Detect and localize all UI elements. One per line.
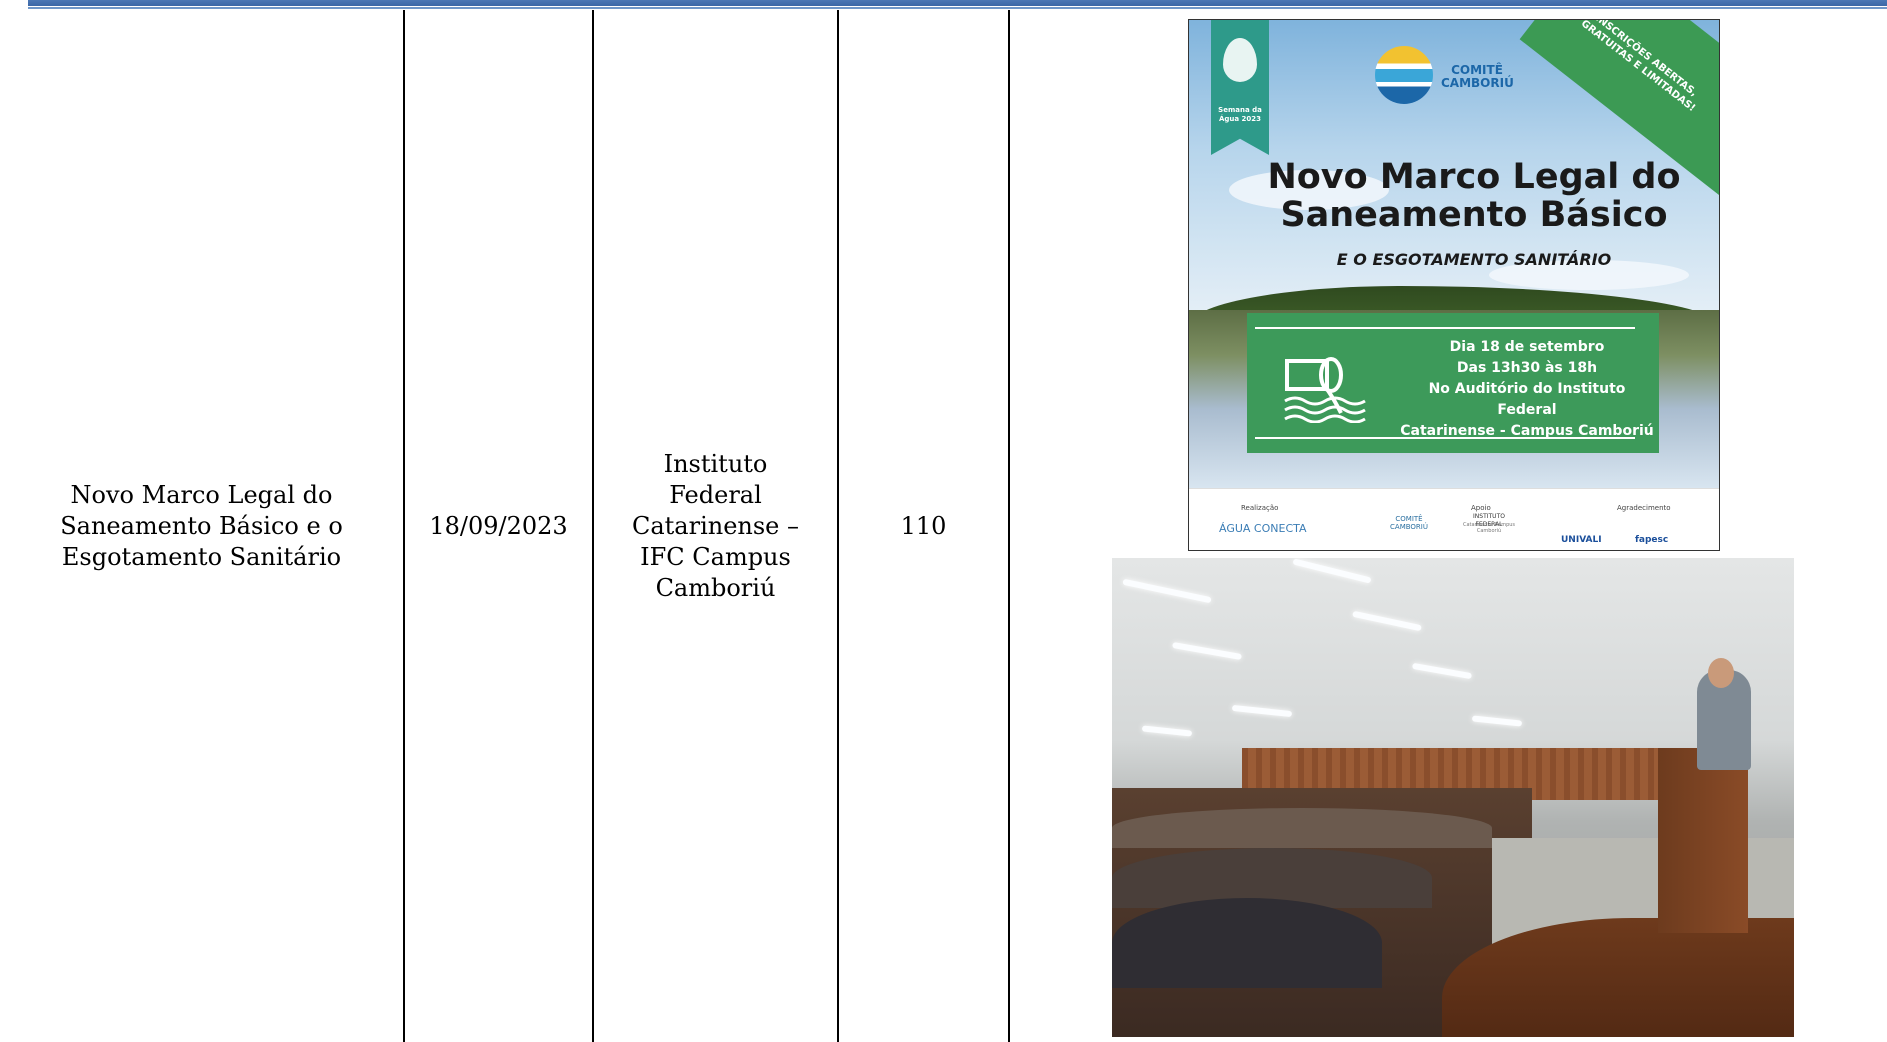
- event-location: Instituto Federal Catarinense – IFC Camp…: [631, 449, 800, 602]
- event-name-cell: Novo Marco Legal do Saneamento Básico e …: [0, 10, 405, 1042]
- ceiling-light: [1122, 578, 1212, 604]
- poster-subtitle: E O ESGOTAMENTO SANITÁRIO: [1336, 250, 1612, 269]
- semana-da-agua-ribbon: Semana da Água 2023: [1211, 20, 1269, 155]
- participant-count: 110: [900, 511, 947, 540]
- podium: [1658, 748, 1748, 933]
- ceiling-light: [1292, 558, 1372, 584]
- ceiling-light: [1352, 610, 1422, 632]
- poster-info-box: Dia 18 de setembro Das 13h30 às 18h No A…: [1247, 313, 1659, 453]
- events-table: Novo Marco Legal do Saneamento Básico e …: [0, 10, 1887, 1042]
- ceiling-light: [1172, 641, 1242, 661]
- location-cell: Instituto Federal Catarinense – IFC Camp…: [593, 10, 839, 1042]
- document-header-rule: [28, 7, 1887, 9]
- info-line-date: Dia 18 de setembro: [1449, 339, 1605, 355]
- instituto-federal-sub: Catarinense Campus Camboriú: [1462, 522, 1516, 534]
- speaker-head: [1708, 658, 1734, 688]
- ceiling-light: [1411, 662, 1473, 680]
- audience-row: [1112, 808, 1492, 848]
- event-date: 18/09/2023: [429, 511, 568, 540]
- media-cell: Realização Apoio Agradecimento ÁGUA CONE…: [1009, 10, 1887, 1042]
- poster-title: Novo Marco Legal do Saneamento Básico: [1267, 157, 1681, 235]
- ceiling-light: [1471, 715, 1523, 727]
- ceiling-light: [1141, 725, 1193, 737]
- event-name: Novo Marco Legal do Saneamento Básico e …: [60, 480, 343, 571]
- audience-row: [1112, 898, 1382, 988]
- info-line-venue: No Auditório do Instituto Federal: [1428, 381, 1626, 418]
- agua-conecta-logo: ÁGUA CONECTA: [1219, 522, 1307, 535]
- poster-info-text: Dia 18 de setembro Das 13h30 às 18h No A…: [1397, 337, 1657, 442]
- event-photo-auditorium: [1112, 558, 1794, 1037]
- info-line-time: Das 13h30 às 18h: [1456, 360, 1598, 376]
- water-drop-icon: [1223, 38, 1257, 82]
- document-header-bar: [28, 0, 1887, 6]
- comite-camboriu-name: COMITÊ CAMBORIÚ: [1441, 63, 1514, 90]
- univali-logo: UNIVALI: [1561, 535, 1602, 545]
- participants-cell: 110: [838, 10, 1010, 1042]
- comite-camboriu-logo-icon: [1375, 46, 1433, 104]
- table-row: Novo Marco Legal do Saneamento Básico e …: [0, 10, 1887, 1042]
- date-cell: 18/09/2023: [404, 10, 594, 1042]
- fapesc-logo: fapesc: [1635, 535, 1669, 545]
- sewage-pipe-icon: [1284, 357, 1366, 423]
- comite-footer-logo: COMITÊ CAMBORIÚ: [1390, 515, 1428, 531]
- event-poster: Realização Apoio Agradecimento ÁGUA CONE…: [1188, 19, 1720, 551]
- info-line-campus: Catarinense - Campus Camboriú: [1400, 423, 1654, 439]
- footer-label-agradecimento: Agradecimento: [1617, 504, 1671, 512]
- ceiling-light: [1231, 704, 1293, 718]
- divider: [1255, 327, 1635, 329]
- ribbon-text: Semana da Água 2023: [1218, 106, 1262, 123]
- poster-footer: Realização Apoio Agradecimento ÁGUA CONE…: [1189, 488, 1719, 550]
